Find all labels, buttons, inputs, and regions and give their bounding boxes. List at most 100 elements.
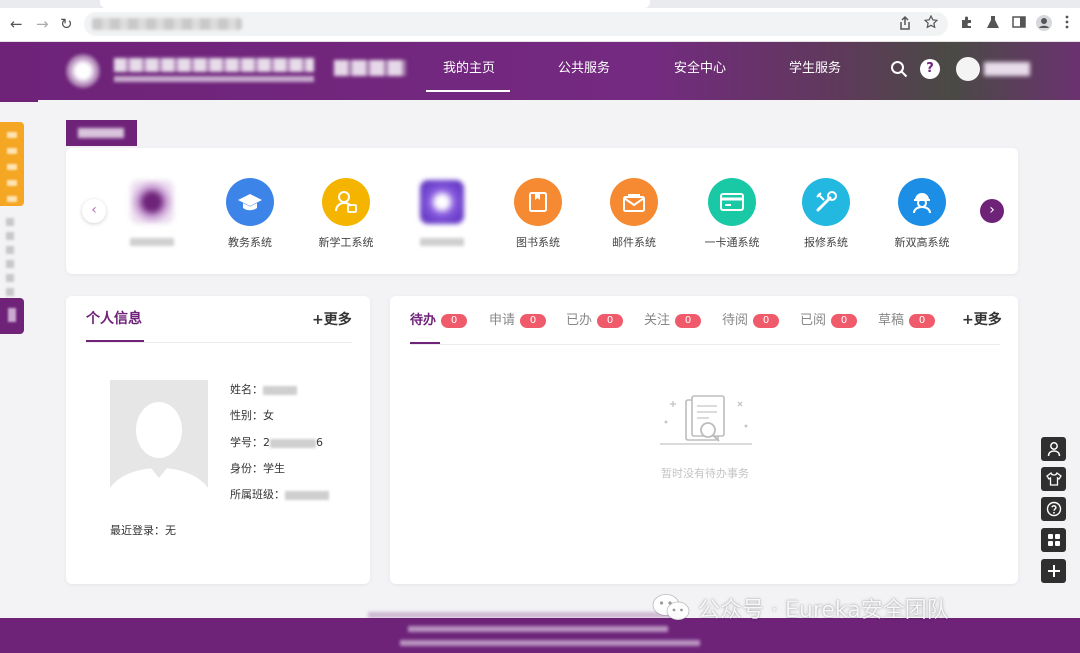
menu-icon[interactable] xyxy=(1064,15,1070,29)
app-label: 新双高系统 xyxy=(894,236,950,249)
name-redacted xyxy=(263,385,297,395)
app-label-redacted xyxy=(130,238,174,246)
student-id-redacted xyxy=(270,438,316,448)
divider xyxy=(86,342,352,343)
field-identity: 身份：学生 xyxy=(230,462,285,475)
site-header: 我的主页 公共服务 安全中心 学生服务 ? xyxy=(0,42,1080,100)
apps-next-button[interactable]: › xyxy=(980,199,1004,223)
count-badge: 0 xyxy=(675,314,702,328)
portal-name-redacted xyxy=(334,60,406,76)
app-tile-mail[interactable]: 邮件系统 xyxy=(588,178,680,250)
nav-home[interactable]: 我的主页 xyxy=(443,60,495,78)
count-badge: 0 xyxy=(520,314,547,328)
count-badge: 0 xyxy=(909,314,936,328)
tab-to-read[interactable]: 待阅 0 xyxy=(722,312,780,330)
app-label: 新学工系统 xyxy=(318,236,374,249)
profile-photo xyxy=(110,380,208,502)
user-name-redacted[interactable] xyxy=(984,62,1030,76)
logo-subtext-redacted xyxy=(114,76,314,82)
apps-prev-button[interactable]: ‹ xyxy=(82,199,106,223)
help-circle-icon[interactable] xyxy=(1041,497,1066,521)
shirt-icon[interactable] xyxy=(1041,467,1066,491)
count-badge: 0 xyxy=(441,314,468,328)
person-icon[interactable] xyxy=(1041,437,1066,461)
personal-more-link[interactable]: +更多 xyxy=(312,311,352,329)
sidepanel-icon[interactable] xyxy=(1012,15,1026,29)
left-tab-orange[interactable] xyxy=(0,122,24,206)
field-gender: 性别：女 xyxy=(230,409,274,422)
tab-strip xyxy=(0,0,1080,8)
mail-icon xyxy=(610,178,658,226)
url-text-redacted xyxy=(92,18,242,30)
nav-security-center[interactable]: 安全中心 xyxy=(674,60,726,78)
default-avatar-icon xyxy=(110,380,208,502)
profile-icon[interactable] xyxy=(1036,15,1052,31)
worker-icon xyxy=(898,178,946,226)
personal-info-title[interactable]: 个人信息 xyxy=(86,310,142,328)
school-logo[interactable] xyxy=(66,52,406,90)
tab-read[interactable]: 已阅 0 xyxy=(800,312,858,330)
todo-more-link[interactable]: +更多 xyxy=(962,311,1002,329)
app-label: 教务系统 xyxy=(228,236,272,249)
app-label: 一卡通系统 xyxy=(704,236,760,249)
graduation-cap-icon xyxy=(226,178,274,226)
last-login: 最近登录：无 xyxy=(110,524,176,537)
help-icon[interactable]: ? xyxy=(920,59,940,79)
app-tile-redacted-1[interactable] xyxy=(106,178,198,246)
plus-icon[interactable] xyxy=(1041,559,1066,583)
search-icon[interactable] xyxy=(890,60,908,78)
star-icon[interactable] xyxy=(924,15,938,29)
book-icon xyxy=(514,178,562,226)
class-redacted xyxy=(285,490,329,500)
blurred-app-icon xyxy=(420,180,464,224)
footer-text-redacted xyxy=(408,626,668,632)
empty-state-text: 暂时没有待办事务 xyxy=(661,467,749,480)
tab-drafts[interactable]: 草稿 0 xyxy=(878,312,936,330)
watermark: 公众号 · Eureka安全团队 xyxy=(652,592,949,624)
watermark-text: 公众号 · Eureka安全团队 xyxy=(698,598,949,623)
tab-applications[interactable]: 申请 0 xyxy=(489,312,547,330)
active-tab[interactable] xyxy=(100,0,650,8)
blurred-app-icon xyxy=(130,180,174,224)
app-tile-academic[interactable]: 教务系统 xyxy=(204,178,296,250)
nav-student-services[interactable]: 学生服务 xyxy=(789,60,841,78)
address-bar[interactable] xyxy=(84,12,948,36)
left-tab-purple[interactable] xyxy=(0,298,24,334)
field-class: 所属班级： xyxy=(230,488,329,502)
back-icon[interactable]: ← xyxy=(10,14,23,34)
divider xyxy=(410,344,1000,345)
app-tile-redacted-2[interactable] xyxy=(396,178,488,246)
tab-todo[interactable]: 待办 0 xyxy=(410,312,468,330)
tab-done[interactable]: 已办 0 xyxy=(566,312,624,330)
left-strip-line xyxy=(0,100,38,102)
logo-text-redacted xyxy=(114,58,314,72)
logo-mark-redacted xyxy=(66,54,100,88)
count-badge: 0 xyxy=(831,314,858,328)
app-tile-campus-card[interactable]: 一卡通系统 xyxy=(686,178,778,250)
app-tile-repair[interactable]: 报修系统 xyxy=(780,178,872,250)
footer-text-redacted xyxy=(400,640,700,646)
reload-icon[interactable]: ↻ xyxy=(60,14,73,34)
left-tab-gray[interactable] xyxy=(0,218,20,296)
card-icon xyxy=(708,178,756,226)
nav-public-services[interactable]: 公共服务 xyxy=(558,60,610,78)
forward-icon[interactable]: → xyxy=(36,14,49,34)
app-tile-double-high[interactable]: 新双高系统 xyxy=(876,178,968,250)
app-label: 图书系统 xyxy=(516,236,560,249)
app-tile-library[interactable]: 图书系统 xyxy=(492,178,584,250)
count-badge: 0 xyxy=(597,314,624,328)
user-badge-icon xyxy=(322,178,370,226)
app-tile-student-affairs[interactable]: 新学工系统 xyxy=(300,178,392,250)
app-label-redacted xyxy=(420,238,464,246)
tab-following[interactable]: 关注 0 xyxy=(644,312,702,330)
app-label: 邮件系统 xyxy=(612,236,656,249)
share-icon[interactable] xyxy=(898,15,912,31)
empty-document-icon xyxy=(660,395,752,445)
field-name: 姓名： xyxy=(230,383,297,397)
lab-icon[interactable] xyxy=(986,15,1000,29)
user-avatar[interactable] xyxy=(956,57,980,81)
field-student-id: 学号：2 6 xyxy=(230,436,323,449)
extensions-icon[interactable] xyxy=(960,15,974,29)
grid-icon[interactable] xyxy=(1041,528,1066,552)
browser-chrome: ← → ↻ xyxy=(0,0,1080,42)
